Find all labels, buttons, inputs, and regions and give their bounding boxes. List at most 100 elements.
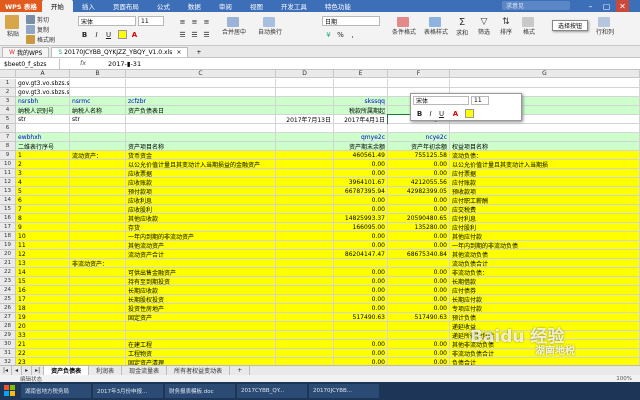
cell-F32[interactable]: 0.00 <box>388 358 450 365</box>
cell-D17[interactable] <box>276 223 334 232</box>
cell-A20[interactable]: 12 <box>16 250 70 259</box>
cell-F31[interactable]: 0.00 <box>388 349 450 358</box>
cell-A8[interactable]: 二维表行序号 <box>16 142 70 151</box>
column-header-C[interactable]: C <box>126 70 276 78</box>
cell-A6[interactable] <box>16 124 70 133</box>
row-header[interactable]: 25 <box>0 295 16 304</box>
cell-G12[interactable]: 应付账款 <box>450 178 640 187</box>
cell-C28[interactable] <box>126 322 276 331</box>
cell-A10[interactable]: 2 <box>16 160 70 169</box>
cell-E2[interactable] <box>334 88 388 97</box>
cell-A24[interactable]: 16 <box>16 286 70 295</box>
cell-D13[interactable] <box>276 187 334 196</box>
cell-D10[interactable] <box>276 160 334 169</box>
cell-F22[interactable]: 0.00 <box>388 268 450 277</box>
cell-B3[interactable]: nsrmc <box>70 97 126 106</box>
cell-B1[interactable] <box>70 79 126 88</box>
cell-E23[interactable]: 0.00 <box>334 277 388 286</box>
doc-tab-active[interactable]: S 20170JCYBB_QYKJZZ_YBQY_V1.0.xls × <box>51 47 189 57</box>
cell-E22[interactable]: 0.00 <box>334 268 388 277</box>
percent-icon[interactable]: % <box>336 30 345 39</box>
cell-B13[interactable] <box>70 187 126 196</box>
cell-G19[interactable]: 一年内到期的非流动负债 <box>450 241 640 250</box>
merge-button[interactable]: 合并居中 <box>222 17 246 36</box>
cell-C30[interactable]: 在建工程 <box>126 340 276 349</box>
cell-B28[interactable] <box>70 322 126 331</box>
cell-C4[interactable]: 资产负债表日 <box>126 106 276 115</box>
cell-F20[interactable]: 68675340.84 <box>388 250 450 259</box>
cell-C24[interactable]: 长期应收款 <box>126 286 276 295</box>
column-header-E[interactable]: E <box>334 70 388 78</box>
cell-C32[interactable]: 固定资产清理 <box>126 358 276 365</box>
cell-C14[interactable]: 应收利息 <box>126 196 276 205</box>
cell-F19[interactable]: 0.00 <box>388 241 450 250</box>
ask-input[interactable]: 求意见 <box>502 1 570 10</box>
align-top-icon[interactable]: ≡ <box>178 17 187 26</box>
cell-A30[interactable]: 21 <box>16 340 70 349</box>
menu-tab-3[interactable]: 公式 <box>148 0 179 12</box>
cell-A15[interactable]: 7 <box>16 205 70 214</box>
cell-F29[interactable] <box>388 331 450 340</box>
cell-G6[interactable] <box>450 124 640 133</box>
cell-C3[interactable]: zcfzbr <box>126 97 276 106</box>
row-header[interactable]: 18 <box>0 232 16 241</box>
cell-F6[interactable] <box>388 124 450 133</box>
cell-G27[interactable]: 预计负债 <box>450 313 640 322</box>
menu-tab-1[interactable]: 插入 <box>73 0 104 12</box>
cell-B30[interactable] <box>70 340 126 349</box>
cell-F21[interactable] <box>388 259 450 268</box>
cell-F13[interactable]: 42982399.05 <box>388 187 450 196</box>
cell-C7[interactable] <box>126 133 276 142</box>
row-header[interactable]: 7 <box>0 133 16 142</box>
bold-button[interactable]: B <box>80 30 89 39</box>
conditional-format-button[interactable]: 条件格式 <box>392 17 416 36</box>
cell-E32[interactable]: 0.00 <box>334 358 388 365</box>
cell-A23[interactable]: 15 <box>16 277 70 286</box>
cell-B4[interactable]: 纳税人名称 <box>70 106 126 115</box>
cell-E11[interactable]: 0.00 <box>334 169 388 178</box>
cell-C6[interactable] <box>126 124 276 133</box>
cell-D15[interactable] <box>276 205 334 214</box>
table-style-button[interactable]: 表格样式 <box>424 17 448 36</box>
row-header[interactable]: 5 <box>0 115 16 124</box>
doc-tab-home[interactable]: W 我的WPS <box>2 47 50 57</box>
cell-G22[interactable]: 非流动负债： <box>450 268 640 277</box>
mini-size-select[interactable]: 11 <box>471 96 489 105</box>
cell-B19[interactable] <box>70 241 126 250</box>
mini-font-select[interactable]: 宋体 <box>413 96 469 105</box>
cell-G8[interactable]: 权益项目名称 <box>450 142 640 151</box>
cell-D11[interactable] <box>276 169 334 178</box>
align-right-icon[interactable]: ☰ <box>202 30 211 39</box>
cell-B32[interactable] <box>70 358 126 365</box>
cell-G13[interactable]: 预收款项 <box>450 187 640 196</box>
cell-F15[interactable]: 0.00 <box>388 205 450 214</box>
cell-B21[interactable]: 非流动资产： <box>70 259 126 268</box>
row-header[interactable]: 14 <box>0 196 16 205</box>
cell-F17[interactable]: 135280.00 <box>388 223 450 232</box>
row-header[interactable]: 28 <box>0 322 16 331</box>
cell-C18[interactable]: 一年内到期的非流动资产 <box>126 232 276 241</box>
font-color-icon[interactable]: A <box>130 30 139 39</box>
cell-F11[interactable]: 0.00 <box>388 169 450 178</box>
cell-E16[interactable]: 14825993.37 <box>334 214 388 223</box>
thousands-icon[interactable]: , <box>348 30 357 39</box>
cell-B10[interactable] <box>70 160 126 169</box>
cell-C21[interactable] <box>126 259 276 268</box>
row-header[interactable]: 29 <box>0 331 16 340</box>
cell-G20[interactable]: 其他流动负债 <box>450 250 640 259</box>
filter-button[interactable]: ▽ 筛选 <box>478 17 490 36</box>
fill-color-icon[interactable] <box>118 30 127 39</box>
cell-B23[interactable] <box>70 277 126 286</box>
cell-A3[interactable]: nsrsbh <box>16 97 70 106</box>
column-header-B[interactable]: B <box>70 70 126 78</box>
cell-D32[interactable] <box>276 358 334 365</box>
windows-start-icon[interactable] <box>1 383 19 399</box>
cell-E4[interactable]: 税款所属期起 <box>334 106 388 115</box>
cell-A19[interactable]: 11 <box>16 241 70 250</box>
cell-B24[interactable] <box>70 286 126 295</box>
cell-D12[interactable] <box>276 178 334 187</box>
cell-C19[interactable]: 其他流动资产 <box>126 241 276 250</box>
cell-G24[interactable]: 应付债券 <box>450 286 640 295</box>
cell-A18[interactable]: 10 <box>16 232 70 241</box>
cell-E3[interactable]: skssqq <box>334 97 388 106</box>
